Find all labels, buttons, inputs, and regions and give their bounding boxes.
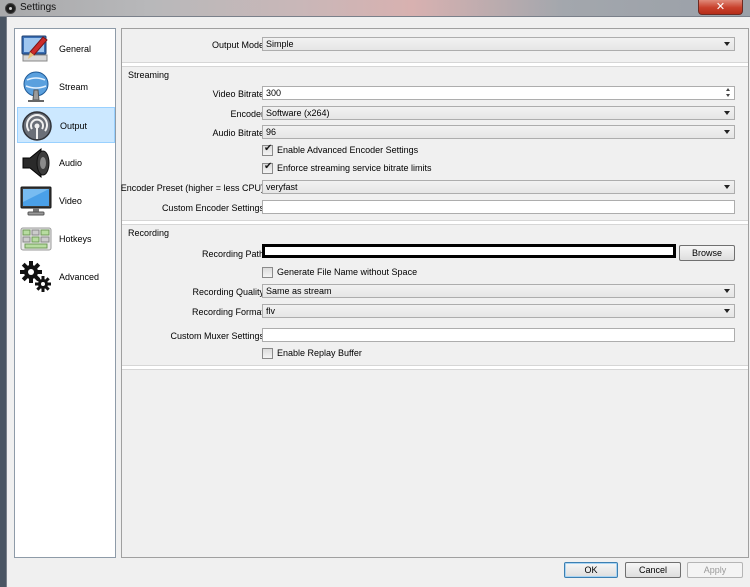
title-bar: Settings ✕ <box>0 0 750 17</box>
recording-quality-label: Recording Quality <box>192 287 264 297</box>
speaker-icon <box>22 147 50 179</box>
encoder-preset-label: Encoder Preset (higher = less CPU) <box>120 183 264 193</box>
advanced-encoder-label: Enable Advanced Encoder Settings <box>277 145 419 155</box>
encoder-select[interactable]: Software (x264) <box>262 106 735 120</box>
sidebar-item-advanced[interactable]: Advanced <box>17 259 115 295</box>
settings-dialog: General Stream Output Audio Video Hotkey… <box>6 17 750 587</box>
window-title: Settings <box>20 2 57 13</box>
close-button[interactable]: ✕ <box>698 0 743 15</box>
output-mode-value: Simple <box>266 39 294 49</box>
recording-format-value: flv <box>266 306 275 316</box>
browse-button[interactable]: Browse <box>679 245 735 261</box>
app-icon <box>5 3 16 14</box>
sidebar-item-output[interactable]: Output <box>17 107 115 143</box>
chevron-down-icon <box>724 42 730 46</box>
video-bitrate-label: Video Bitrate <box>212 89 264 99</box>
replay-buffer-label: Enable Replay Buffer <box>277 348 362 358</box>
sidebar-item-label: Audio <box>59 158 83 168</box>
no-space-filename-label: Generate File Name without Space <box>277 267 418 277</box>
spinner-icon[interactable] <box>724 88 733 98</box>
audio-bitrate-select[interactable]: 96 <box>262 125 735 139</box>
cancel-button[interactable]: Cancel <box>625 562 681 578</box>
checkbox-box[interactable]: ✔ <box>262 161 273 174</box>
video-bitrate-value: 300 <box>266 88 282 98</box>
streaming-heading: Streaming <box>128 70 170 80</box>
output-mode-label: Output Mode <box>211 40 264 50</box>
sidebar-item-video[interactable]: Video <box>17 183 115 219</box>
chevron-down-icon <box>724 309 730 313</box>
recording-path-input[interactable] <box>262 244 676 258</box>
encoder-value: Software (x264) <box>266 108 330 118</box>
recording-format-select[interactable]: flv <box>262 304 735 318</box>
sidebar-item-label: Hotkeys <box>59 234 92 244</box>
monitor-icon <box>20 186 52 216</box>
chevron-down-icon <box>724 185 730 189</box>
sidebar-item-audio[interactable]: Audio <box>17 145 115 181</box>
chevron-down-icon <box>724 111 730 115</box>
recording-quality-select[interactable]: Same as stream <box>262 284 735 298</box>
recording-path-label: Recording Path <box>201 249 264 259</box>
sidebar-item-hotkeys[interactable]: Hotkeys <box>17 221 115 257</box>
sidebar-item-label: Output <box>60 121 88 131</box>
output-icon <box>22 111 52 141</box>
custom-muxer-input[interactable] <box>262 328 735 342</box>
chevron-down-icon <box>724 130 730 134</box>
chevron-down-icon <box>724 289 730 293</box>
checkmark-icon: ✔ <box>264 143 273 154</box>
ok-button[interactable]: OK <box>564 562 618 578</box>
custom-encoder-label: Custom Encoder Settings <box>161 203 264 213</box>
enforce-limits-label: Enforce streaming service bitrate limits <box>277 163 432 173</box>
recording-heading: Recording <box>128 228 170 238</box>
video-bitrate-input[interactable]: 300 <box>262 86 735 100</box>
recording-format-label: Recording Format <box>191 307 264 317</box>
audio-bitrate-label: Audio Bitrate <box>212 128 264 138</box>
encoder-preset-select[interactable]: veryfast <box>262 180 735 194</box>
general-icon <box>21 35 48 62</box>
encoder-preset-value: veryfast <box>266 182 298 192</box>
checkbox-box[interactable]: ✔ <box>262 143 273 156</box>
sidebar-item-general[interactable]: General <box>17 31 115 67</box>
gears-icon <box>20 261 51 292</box>
encoder-label: Encoder <box>230 109 264 119</box>
recording-quality-value: Same as stream <box>266 286 332 296</box>
output-mode-select[interactable]: Simple <box>262 37 735 51</box>
sidebar-item-label: Stream <box>59 82 89 92</box>
keyboard-icon <box>20 227 52 251</box>
checkbox-box[interactable] <box>262 348 273 359</box>
sidebar-item-label: General <box>59 44 92 54</box>
custom-encoder-input[interactable] <box>262 200 735 214</box>
checkbox-box[interactable] <box>262 267 273 278</box>
settings-sidebar: General Stream Output Audio Video Hotkey… <box>14 28 116 558</box>
apply-button[interactable]: Apply <box>687 562 743 578</box>
audio-bitrate-value: 96 <box>266 127 277 137</box>
custom-muxer-label: Custom Muxer Settings <box>170 331 264 341</box>
sidebar-item-label: Video <box>59 196 82 206</box>
sidebar-item-stream[interactable]: Stream <box>17 69 115 105</box>
output-settings-panel: Output Mode Simple Streaming Video Bitra… <box>121 28 749 558</box>
empty-section <box>122 369 748 557</box>
sidebar-item-label: Advanced <box>59 272 100 282</box>
stream-icon <box>23 71 49 102</box>
checkmark-icon: ✔ <box>264 161 273 172</box>
